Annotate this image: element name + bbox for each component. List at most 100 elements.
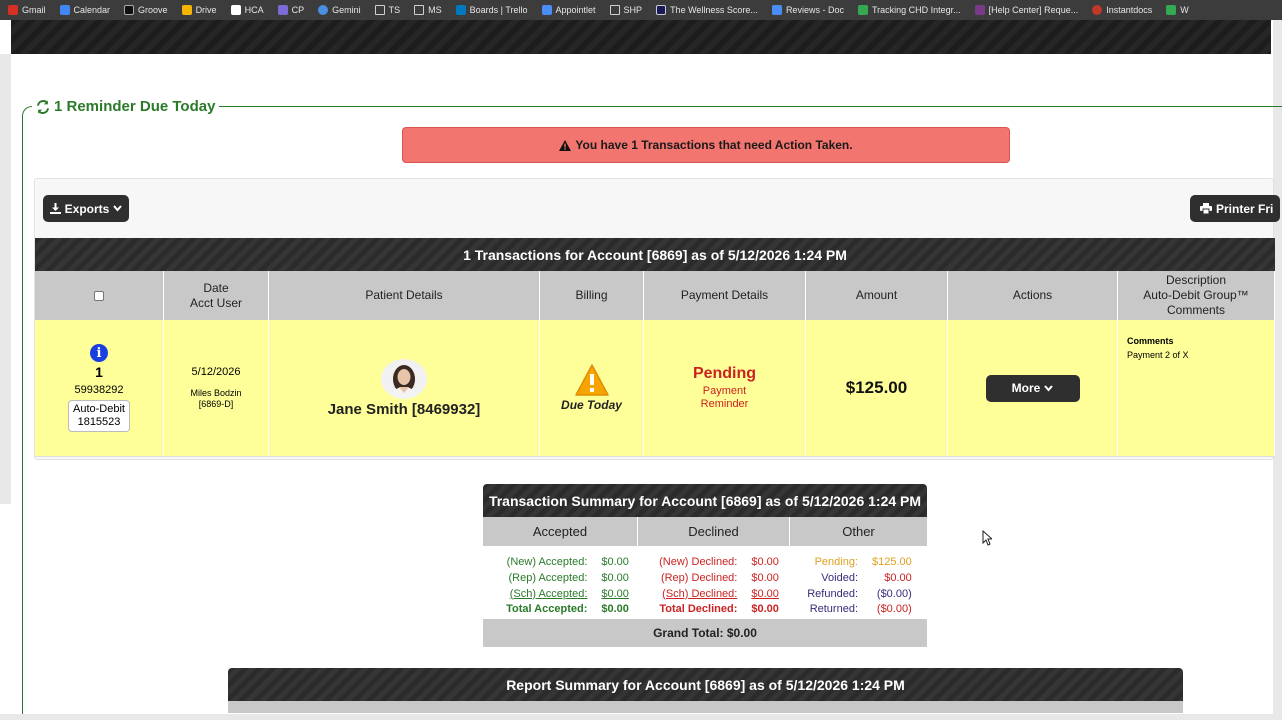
calendar-icon [59, 5, 70, 15]
billing-column-header: Billing [540, 271, 644, 320]
exports-label: Exports [64, 201, 110, 216]
col-amount: Amount [855, 288, 898, 302]
left-margin [0, 54, 11, 504]
bookmark-label: Groove [138, 5, 168, 15]
mouse-cursor-icon [982, 530, 992, 546]
bookmark-folder-ts[interactable]: TS [374, 5, 400, 15]
col-auto-debit-group: Auto-Debit Group™ [1143, 288, 1249, 302]
summary-label: Pending: [814, 556, 858, 568]
row-number: 1 [95, 364, 103, 380]
bookmark-label: Reviews - Doc [785, 5, 844, 15]
cp-icon [277, 5, 288, 15]
bookmark-folder-ms[interactable]: MS [414, 5, 442, 15]
payment-type: Payment Reminder [701, 385, 749, 411]
info-icon[interactable]: i [90, 344, 108, 362]
summary-value: ($0.00) [876, 603, 912, 616]
bookmark-trello[interactable]: Boards | Trello [455, 5, 528, 15]
bookmark-label: MS [428, 5, 442, 15]
summary-table-title: Transaction Summary for Account [6869] a… [483, 484, 927, 517]
row-description-cell: Comments Payment 2 of X [1118, 320, 1275, 456]
legend-title: 1 Reminder Due Today [54, 98, 216, 115]
col-comments: Comments [1166, 303, 1225, 317]
summary-link[interactable]: $0.00 [601, 588, 629, 603]
bookmark-drive[interactable]: Drive [181, 5, 217, 15]
description-column-header: Description Auto-Debit Group™ Comments [1118, 271, 1275, 320]
bookmark-label: HCA [244, 5, 264, 15]
folder-icon [414, 5, 425, 15]
summary-total-value: $0.00 [751, 603, 779, 616]
declined-grid: (New) Declined: $0.00 (Rep) Declined: $0.0… [659, 546, 779, 618]
printer-friendly-button[interactable]: Printer Fri [1190, 195, 1280, 222]
col-date: Date [203, 280, 229, 295]
summary-link[interactable]: (Sch) Declined: [659, 588, 737, 603]
bookmark-wellness[interactable]: The Wellness Score... [656, 5, 758, 15]
download-icon [49, 203, 61, 214]
bookmark-cp[interactable]: CP [277, 5, 305, 15]
bookmark-folder-shp[interactable]: SHP [609, 5, 642, 15]
bookmark-help-center[interactable]: [Help Center] Reque... [974, 5, 1078, 15]
declined-block: (New) Declined: $0.00 (Rep) Declined: $0.0… [638, 546, 790, 618]
summary-col-declined: Declined [638, 517, 790, 546]
action-alert: You have 1 Transactions that need Action… [402, 127, 1010, 163]
gmail-icon [8, 5, 18, 15]
other-grid: Pending: $125.00 Voided: $0.00 Refunded: ($… [807, 546, 912, 618]
chevron-down-icon [113, 205, 123, 212]
alert-text: You have 1 Transactions that need Action… [575, 138, 853, 152]
amount-column-header: Amount [806, 271, 948, 320]
accepted-grid: (New) Accepted: $0.00 (Rep) Accepted: $0.0… [506, 546, 629, 618]
summary-value: $0.00 [884, 571, 912, 584]
bookmark-groove[interactable]: Groove [124, 5, 168, 15]
row-amount: $125.00 [845, 378, 908, 397]
drive-icon [181, 5, 192, 15]
summary-value: $0.00 [601, 571, 629, 584]
bookmark-instantdocs[interactable]: Instantdocs [1092, 5, 1152, 15]
help-center-icon [974, 5, 985, 15]
summary-link[interactable]: (Sch) Accepted: [506, 588, 588, 603]
bookmark-label: Appointlet [555, 5, 596, 15]
summary-link[interactable]: $0.00 [751, 588, 779, 603]
billing-status: Due Today [561, 398, 622, 412]
transaction-id: 59938292 [74, 384, 124, 396]
patient-name[interactable]: Jane Smith [8469932] [328, 401, 481, 418]
printer-icon [1200, 203, 1212, 214]
comments-title: Comments [1127, 336, 1174, 346]
bookmark-label: Instantdocs [1106, 5, 1153, 15]
user-name: Miles Bodzin [190, 388, 242, 398]
accepted-block: (New) Accepted: $0.00 (Rep) Accepted: $0.0… [483, 546, 638, 618]
summary-label: Refunded: [807, 587, 858, 600]
transactions-table-header: Date Acct User Patient Details Billing Pa… [35, 271, 1275, 320]
auto-debit-badge[interactable]: Auto-Debit 1815523 [68, 400, 130, 432]
exports-button[interactable]: Exports [43, 195, 129, 222]
bookmark-appointlet[interactable]: Appointlet [541, 5, 596, 15]
bookmark-label: Boards | Trello [469, 5, 528, 15]
other-block: Pending: $125.00 Voided: $0.00 Refunded: ($… [790, 546, 927, 618]
summary-label: Returned: [809, 603, 858, 616]
bookmark-calendar[interactable]: Calendar [59, 5, 111, 15]
row-actions-cell: More [948, 320, 1118, 456]
warning-icon [574, 364, 609, 396]
bookmark-label: The Wellness Score... [670, 5, 758, 15]
row-patient-cell: Jane Smith [8469932] [269, 320, 540, 456]
bookmark-w[interactable]: W [1166, 5, 1189, 15]
more-button[interactable]: More [985, 374, 1080, 402]
bookmark-gemini[interactable]: Gemini [318, 5, 361, 15]
bookmark-tracking[interactable]: Tracking CHD Integr... [857, 5, 961, 15]
bookmark-label: Calendar [73, 5, 111, 15]
sheets-icon [857, 5, 868, 15]
row-user: Miles Bodzin [6869-D] [190, 388, 241, 410]
summary-total-label: Total Accepted: [506, 603, 588, 616]
bookmark-label: Gmail [22, 5, 46, 15]
bookmark-gmail[interactable]: Gmail [8, 5, 46, 15]
summary-label: (Rep) Declined: [660, 571, 738, 584]
grand-total: Grand Total: $0.00 [483, 619, 927, 647]
summary-value: ($0.00) [876, 587, 912, 600]
col-description: Description [1165, 273, 1227, 287]
col-acct-user: Acct User [189, 295, 242, 310]
bookmark-label: Tracking CHD Integr... [871, 5, 961, 15]
bookmark-reviews[interactable]: Reviews - Doc [771, 5, 844, 15]
bookmark-hca[interactable]: HCA [230, 5, 264, 15]
bookmark-label: CP [291, 5, 305, 15]
row-amount-cell: $125.00 [806, 320, 948, 456]
reminder-legend: 1 Reminder Due Today [32, 98, 220, 115]
select-all-checkbox[interactable] [94, 290, 104, 301]
